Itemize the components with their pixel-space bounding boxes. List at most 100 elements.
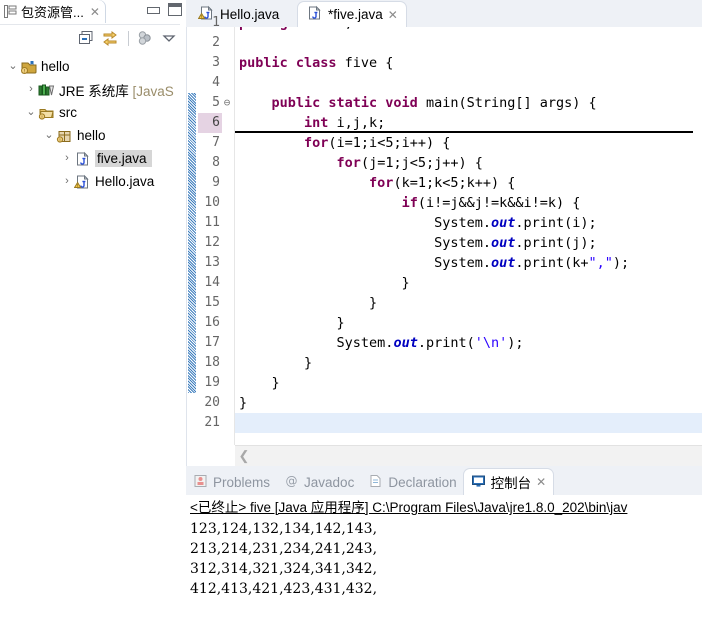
line-number: 13 — [204, 255, 220, 270]
console-tab-控制台[interactable]: 控制台 ✕ — [463, 469, 554, 495]
console-tab-declaration[interactable]: Declaration — [361, 469, 463, 495]
chevron-right-icon[interactable]: › — [24, 84, 38, 95]
java-editor[interactable]: 12345⊖6789101112131415161718192021 packa… — [186, 15, 702, 466]
line-number: 2 — [212, 35, 220, 50]
console-tab-problems[interactable]: Problems — [186, 469, 277, 495]
code-line[interactable]: for(i=1;i<5;i++) { — [235, 133, 702, 153]
console-body[interactable]: <已终止> five [Java 应用程序] C:\Program Files\… — [186, 495, 702, 619]
line-number: 6 — [198, 113, 222, 133]
code-line[interactable]: } — [235, 273, 702, 293]
editor-tab-label: *five.java — [328, 7, 383, 22]
svg-text:!: ! — [59, 137, 60, 142]
scroll-left-arrow-icon[interactable]: ❮ — [235, 448, 253, 464]
tree-item-label: JRE 系统库 [JavaS — [59, 83, 174, 99]
code-line[interactable]: } — [235, 393, 702, 413]
chevron-right-icon[interactable]: › — [60, 176, 74, 187]
code-token: out — [490, 255, 516, 271]
editor-tab-fivejava[interactable]: *five.java ✕ — [298, 2, 406, 27]
line-number: 4 — [212, 75, 220, 90]
code-token: System. — [239, 335, 394, 351]
line-number: 19 — [204, 375, 220, 390]
view-window-buttons — [146, 3, 182, 16]
line-number: 12 — [204, 235, 220, 250]
chevron-right-icon[interactable]: › — [60, 153, 74, 164]
tree-item-hello-java[interactable]: ›! Hello.java — [0, 170, 180, 193]
editor-horizontal-scrollbar[interactable]: ❮ — [235, 445, 702, 466]
code-line[interactable]: if(i!=j&&j!=k&&i!=k) { — [235, 193, 702, 213]
code-line[interactable]: System.out.print(i); — [235, 213, 702, 233]
tree-item-src[interactable]: ⌄! src — [0, 101, 180, 124]
code-text[interactable]: package hello; public class five { public… — [235, 27, 702, 445]
svg-text:!: ! — [77, 183, 78, 188]
code-token: (k=1;k<5;k++) { — [393, 175, 516, 191]
editor-tabstrip: ! Hello.java *five.java ✕ — [186, 0, 702, 27]
tree-item-label-detail: [JavaS — [132, 83, 174, 99]
code-token: } — [239, 295, 378, 311]
close-icon[interactable]: ✕ — [388, 8, 398, 22]
code-token: (i=1;i<5;i++) { — [328, 135, 451, 151]
code-token: } — [239, 395, 248, 411]
code-line[interactable]: } — [235, 313, 702, 333]
line-number: 14 — [204, 275, 220, 290]
code-line[interactable]: for(j=1;j<5;j++) { — [235, 153, 702, 173]
focus-on-active-task-icon[interactable] — [136, 29, 156, 49]
view-menu-icon[interactable] — [160, 29, 180, 49]
console-output-line: 312,314,321,324,341,342, — [190, 561, 378, 577]
problems-icon — [193, 474, 208, 491]
code-line[interactable]: System.out.print('\n'); — [235, 333, 702, 353]
code-token: main(String[] args) { — [425, 95, 597, 111]
code-line[interactable]: } — [235, 373, 702, 393]
chevron-down-icon[interactable]: ⌄ — [24, 107, 38, 118]
code-line[interactable]: public class five { — [235, 53, 702, 73]
collapse-all-icon[interactable] — [77, 29, 97, 49]
tree-item-hello[interactable]: ⌄! hello — [0, 124, 180, 147]
console-tab-label: Declaration — [388, 474, 457, 490]
code-line[interactable]: public static void main(String[] args) { — [235, 93, 702, 113]
code-token: i,j,k; — [336, 115, 386, 131]
toolbar-separator — [128, 31, 129, 46]
code-line[interactable]: } — [235, 293, 702, 313]
fold-collapse-icon[interactable]: ⊖ — [221, 93, 233, 113]
code-token: .print(j); — [515, 235, 597, 251]
code-line[interactable]: } — [235, 353, 702, 373]
tree-item-label: src — [59, 105, 77, 120]
package-explorer-view: 包资源管... ✕ ⌄ ! hello › JRE 系统库 [JavaS ⌄ !… — [0, 0, 186, 619]
line-number: 1 — [212, 15, 220, 30]
eclipse-window: 包资源管... ✕ ⌄ ! hello › JRE 系统库 [JavaS ⌄ !… — [0, 0, 702, 619]
console-output-line: 412,413,421,423,431,432, — [190, 581, 378, 597]
link-with-editor-icon[interactable] — [101, 29, 121, 49]
code-line[interactable] — [235, 33, 702, 53]
console-tab-javadoc[interactable]: @ Javadoc — [277, 469, 361, 495]
code-line[interactable]: System.out.print(k+","); — [235, 253, 702, 273]
chevron-down-icon[interactable]: ⌄ — [6, 61, 20, 72]
tree-item-hello[interactable]: ⌄! hello — [0, 55, 180, 78]
maximize-icon[interactable] — [168, 3, 182, 16]
tab-package-explorer[interactable]: 包资源管... ✕ — [0, 0, 106, 24]
code-token: .print(i); — [515, 215, 597, 231]
code-line[interactable]: int i,j,k; — [235, 113, 693, 133]
tab-package-explorer-label: 包资源管... — [21, 5, 84, 20]
tree-item-label: hello — [77, 128, 106, 143]
code-line[interactable] — [235, 413, 702, 433]
code-token: ); — [612, 255, 630, 271]
jre-library-icon — [38, 82, 56, 98]
tree-item-jre[interactable]: › JRE 系统库 [JavaS — [0, 78, 180, 101]
minimize-icon[interactable] — [146, 5, 160, 15]
declaration-icon — [368, 474, 383, 491]
code-token: public class — [239, 55, 345, 71]
project-tree[interactable]: ⌄! hello › JRE 系统库 [JavaS ⌄! src ⌄! hello › five.… — [0, 52, 180, 619]
code-token: if — [401, 195, 418, 211]
line-number: 17 — [204, 335, 220, 350]
close-icon[interactable]: ✕ — [536, 475, 546, 489]
close-icon[interactable]: ✕ — [90, 6, 100, 18]
code-token: .print( — [417, 335, 475, 351]
editor-area: ! Hello.java *five.java ✕ 1 2 3 4 5 ⊖ 6 7 8 9 10 11 12 1… — [186, 0, 702, 466]
tree-item-five-java[interactable]: › five.java — [0, 147, 180, 170]
code-line[interactable]: for(k=1;k<5;k++) { — [235, 173, 702, 193]
chevron-down-icon[interactable]: ⌄ — [42, 130, 56, 141]
code-token: } — [239, 375, 280, 391]
console-output-line: 123,124,132,134,142,143, — [190, 521, 378, 537]
code-line[interactable]: System.out.print(j); — [235, 233, 702, 253]
code-line[interactable] — [235, 73, 702, 93]
